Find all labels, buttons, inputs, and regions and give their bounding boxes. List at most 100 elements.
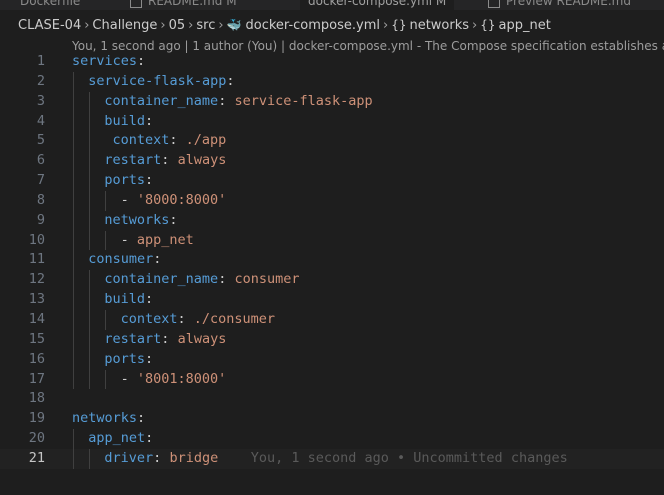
code-line[interactable]: 15 restart: always: [0, 329, 664, 350]
breadcrumb-item-app-net[interactable]: app_net: [499, 15, 551, 36]
yaml-punctuation: :: [145, 350, 154, 367]
yaml-punctuation: :: [145, 430, 154, 447]
code-text: ports:: [104, 350, 153, 370]
yaml-key: networks: [104, 211, 170, 228]
indent-guide: [89, 349, 91, 370]
code-text: networks:: [72, 409, 145, 429]
line-number: 11: [28, 251, 45, 268]
yaml-punctuation: :: [145, 112, 154, 129]
indent-guide: [73, 429, 74, 449]
chevron-right-icon: ›: [84, 18, 90, 33]
yaml-key: services: [72, 53, 138, 69]
code-line[interactable]: 3 container_name: service-flask-app: [0, 91, 664, 112]
yaml-punctuation: :: [169, 132, 186, 149]
line-number: 5: [36, 132, 45, 149]
chevron-right-icon: ›: [382, 18, 389, 33]
line-number: 10: [28, 231, 45, 248]
line-number: 21: [28, 449, 45, 466]
code-line[interactable]: 1 services:: [0, 52, 664, 72]
code-line[interactable]: 21 driver: bridge You, 1 second ago • Unc…: [0, 448, 664, 469]
breadcrumb-item-src[interactable]: src: [196, 15, 215, 36]
code-line[interactable]: 7 ports:: [0, 171, 664, 191]
code-line[interactable]: 17 - '8001:8000': [0, 369, 664, 390]
yaml-value: '8001:8000': [136, 370, 227, 387]
line-number: 6: [36, 152, 45, 169]
breadcrumb-item-05[interactable]: 05: [169, 15, 186, 36]
code-line[interactable]: 14 context: ./consumer: [0, 309, 664, 330]
code-line[interactable]: 12 container_name: consumer: [0, 270, 664, 291]
yaml-punctuation: :: [161, 152, 178, 169]
indent-guide: [105, 309, 107, 330]
code-editor[interactable]: 1 services: 2 service-flask-app: 3 container_…: [0, 52, 664, 469]
indent-guide: [105, 190, 107, 211]
code-line[interactable]: 4 build:: [0, 111, 664, 132]
line-number: 19: [28, 410, 45, 427]
chevron-right-icon: ›: [472, 18, 478, 33]
chevron-right-icon: ›: [218, 18, 224, 33]
code-text: - app_net: [121, 231, 194, 251]
yaml-key: driver: [104, 449, 154, 466]
file-icon: [130, 0, 142, 8]
editor-tab-bar: Dockerfile README.md M docker-compose.ym…: [0, 0, 664, 10]
line-number: 8: [36, 191, 45, 208]
yaml-punctuation: :: [145, 172, 154, 189]
breadcrumb: CLASE-04 › Challenge › 05 › src › 🐳 docker-compos…: [0, 14, 664, 36]
code-line[interactable]: 13 build:: [0, 290, 664, 310]
line-number: 17: [28, 370, 45, 387]
indent-guide: [89, 190, 91, 211]
yaml-punctuation: -: [120, 231, 137, 248]
indent-guide: [73, 250, 74, 271]
yaml-punctuation: :: [153, 449, 170, 466]
indent-guide: [89, 111, 91, 132]
tab-preview-readme[interactable]: Preview README.md: [488, 0, 631, 10]
code-text: context: ./consumer: [121, 310, 275, 330]
object-braces-icon: {}: [480, 18, 496, 32]
yaml-value: service-flask-app: [234, 92, 373, 109]
yaml-punctuation: :: [145, 291, 154, 308]
indent-guide: [73, 171, 74, 191]
code-line[interactable]: 10 - app_net: [0, 230, 664, 251]
code-text: consumer:: [88, 250, 161, 270]
tab-dockerfile[interactable]: Dockerfile: [20, 0, 80, 10]
docker-whale-icon: 🐳: [226, 18, 242, 32]
yaml-key: container_name: [104, 92, 219, 109]
code-text: restart: always: [104, 330, 226, 350]
code-text: container_name: service-flask-app: [104, 92, 372, 112]
tab-docker-compose[interactable]: docker-compose.yml M: [300, 0, 455, 10]
breadcrumb-item-challenge[interactable]: Challenge: [92, 15, 157, 36]
breadcrumb-item-file[interactable]: docker-compose.yml: [246, 15, 380, 36]
code-line[interactable]: 18: [0, 389, 664, 409]
code-line[interactable]: 11 consumer:: [0, 250, 664, 271]
yaml-punctuation: :: [226, 72, 235, 89]
code-line[interactable]: 16 ports:: [0, 349, 664, 370]
code-line[interactable]: 9 networks:: [0, 210, 664, 231]
yaml-key: consumer: [88, 251, 154, 268]
object-braces-icon: {}: [391, 18, 407, 32]
code-text: app_net:: [88, 429, 153, 449]
yaml-value: '8000:8000': [136, 191, 227, 208]
code-line[interactable]: 5 context: ./app: [0, 131, 664, 152]
indent-guide: [105, 369, 107, 390]
indent-guide: [73, 369, 74, 390]
code-line[interactable]: 19 networks:: [0, 409, 664, 429]
breadcrumb-item-networks[interactable]: networks: [409, 15, 469, 36]
breadcrumb-item-clase-04[interactable]: CLASE-04: [18, 15, 81, 36]
yaml-key: app_net: [88, 430, 146, 447]
tab-readme[interactable]: README.md M: [130, 0, 237, 10]
yaml-punctuation: :: [137, 410, 146, 427]
indent-guide: [105, 230, 107, 251]
code-line[interactable]: 2 service-flask-app:: [0, 71, 664, 92]
code-line[interactable]: 6 restart: always: [0, 151, 664, 172]
code-line[interactable]: 20 app_net:: [0, 429, 664, 449]
line-number: 3: [36, 92, 45, 109]
code-text: networks:: [104, 211, 177, 231]
code-line[interactable]: 8 - '8000:8000': [0, 190, 664, 211]
code-text: restart: always: [104, 151, 226, 171]
indent-guide: [89, 210, 91, 231]
indent-guide: [73, 131, 74, 152]
inline-git-blame: You, 1 second ago • Uncommitted changes: [218, 449, 568, 466]
line-number: 13: [28, 291, 45, 308]
indent-guide: [73, 329, 74, 350]
yaml-key: container_name: [104, 271, 219, 288]
indent-guide: [73, 448, 74, 469]
